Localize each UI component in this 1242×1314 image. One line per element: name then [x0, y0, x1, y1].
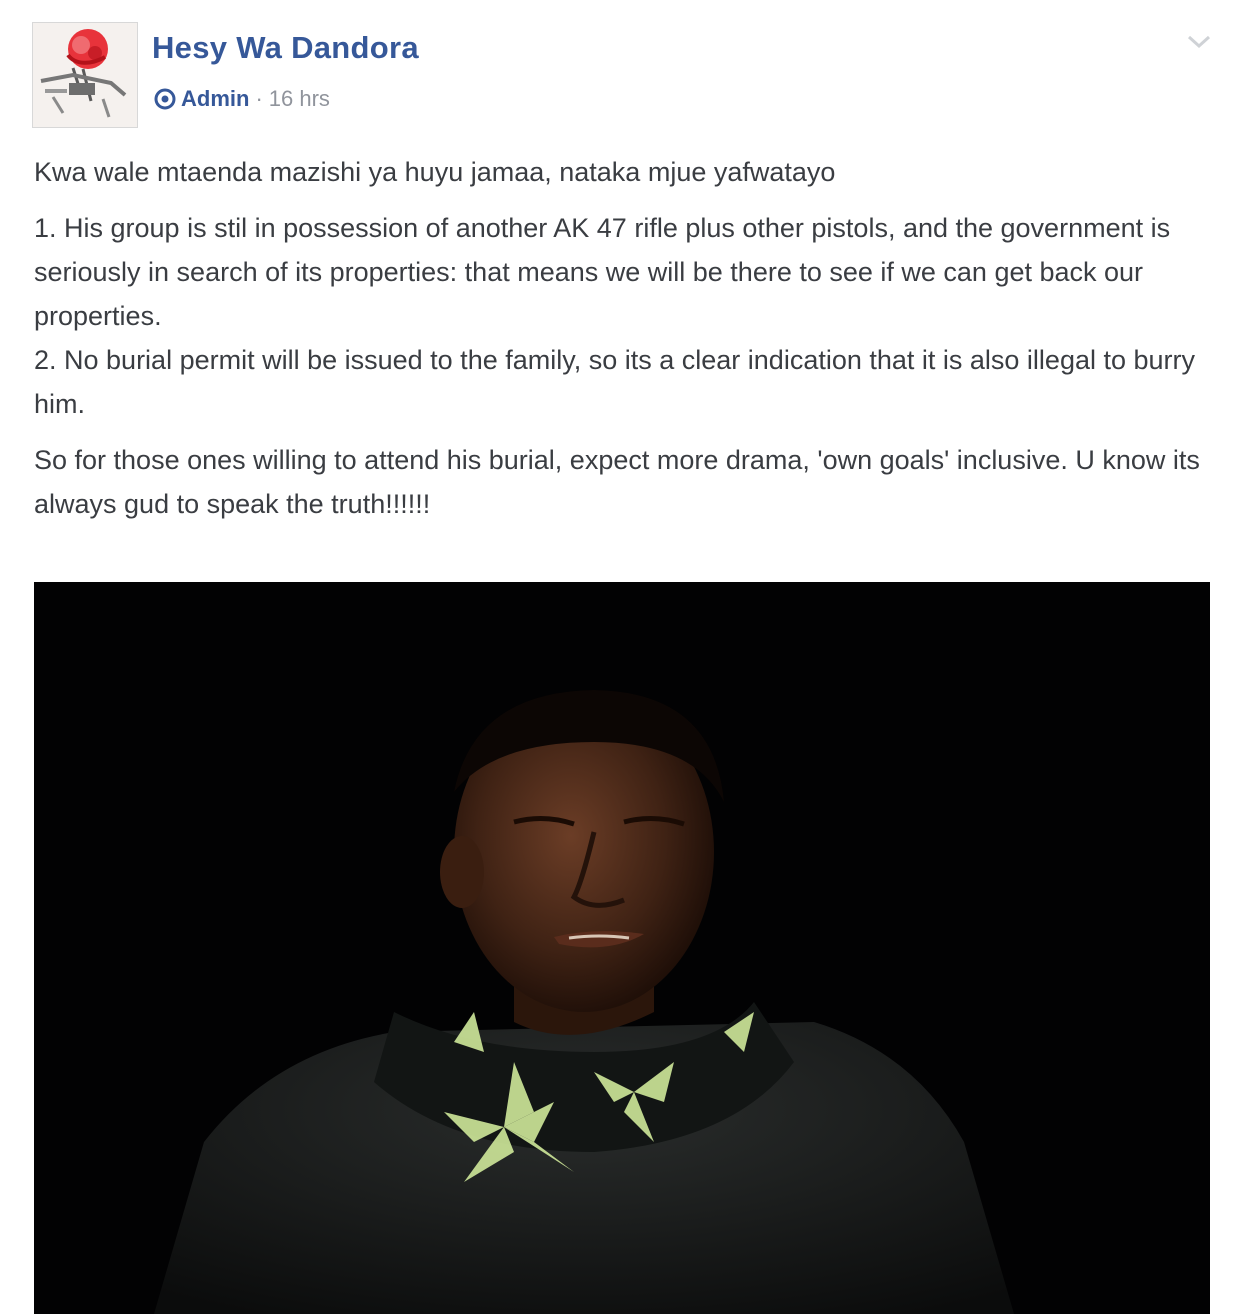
post-points: 1. His group is stil in possession of an… — [34, 206, 1214, 426]
post-intro-text: Kwa wale mtaenda mazishi ya huyu jamaa, … — [34, 157, 836, 187]
post-meta: Admin · 16 hrs — [154, 85, 330, 113]
post-point-1: 1. His group is stil in possession of an… — [34, 213, 1171, 331]
post-photo[interactable] — [34, 582, 1210, 1314]
meta-separator: · — [255, 86, 263, 111]
post-body: Kwa wale mtaenda mazishi ya huyu jamaa, … — [34, 150, 1214, 526]
post-timestamp[interactable]: 16 hrs — [269, 86, 330, 112]
group-avatar[interactable] — [32, 22, 138, 128]
chevron-down-icon[interactable] — [1186, 34, 1212, 50]
author-name[interactable]: Hesy Wa Dandora — [152, 30, 419, 66]
admin-role-label[interactable]: Admin — [181, 86, 249, 112]
facebook-post: Hesy Wa Dandora Admin · 16 hrs Kwa wale … — [0, 0, 1242, 1314]
admin-badge-icon — [154, 88, 176, 110]
group-avatar-rose-icon — [33, 23, 137, 127]
post-closing-text: So for those ones willing to attend his … — [34, 445, 1200, 519]
photo-of-young-man — [34, 582, 1210, 1314]
post-point-2: 2. No burial permit will be issued to th… — [34, 345, 1196, 419]
